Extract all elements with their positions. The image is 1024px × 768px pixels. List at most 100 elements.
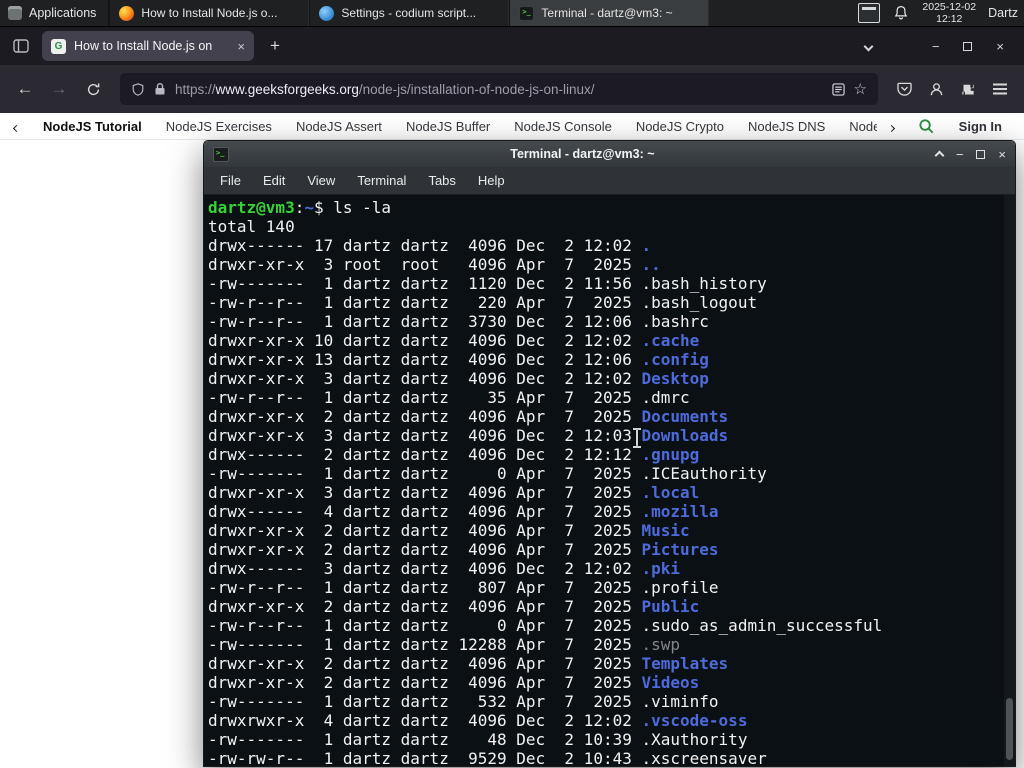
listing-meta: drwxr-xr-x 13 dartz dartz 4096 Dec 2 12:… (208, 350, 642, 369)
listing-meta: drwx------ 4 dartz dartz 4096 Apr 7 2025 (208, 502, 642, 521)
back-button[interactable]: ← (10, 74, 40, 104)
listing-meta: drwxr-xr-x 3 dartz dartz 4096 Dec 2 12:0… (208, 369, 642, 388)
terminal-output-line: drwx------ 17 dartz dartz 4096 Dec 2 12:… (208, 236, 1001, 255)
terminal-scrollbar-thumb[interactable] (1006, 698, 1013, 760)
terminal-maximize-button[interactable] (976, 149, 986, 159)
window-controls: − × (920, 39, 1016, 54)
nav-scroll-right-icon[interactable] (887, 119, 895, 134)
terminal-output-line: drwxr-xr-x 2 dartz dartz 4096 Apr 7 2025… (208, 407, 1001, 426)
browser-tab[interactable]: G How to Install Node.js on × (42, 31, 254, 61)
terminal-menubar: File Edit View Terminal Tabs Help (204, 167, 1015, 195)
pocket-icon[interactable] (890, 75, 918, 103)
top-panel: Applications How to Install Node.js o...… (0, 0, 1024, 27)
firefox-view-icon[interactable] (8, 33, 34, 59)
nav-scroll-left-icon[interactable] (12, 119, 21, 134)
site-search-icon[interactable] (918, 118, 935, 135)
terminal-menu-item[interactable]: Edit (253, 170, 295, 191)
terminal-menu-item[interactable]: Terminal (347, 170, 416, 191)
listing-name: .pki (641, 559, 681, 578)
close-button[interactable]: × (996, 39, 1004, 54)
listing-meta: drwxr-xr-x 2 dartz dartz 4096 Apr 7 2025 (208, 540, 642, 559)
terminal-output-line: -rw-r--r-- 1 dartz dartz 0 Apr 7 2025 .s… (208, 616, 1001, 635)
tracking-shield-icon[interactable] (131, 82, 145, 97)
terminal-output-line: drwx------ 2 dartz dartz 4096 Dec 2 12:1… (208, 445, 1001, 464)
terminal-output-line: -rw-r--r-- 1 dartz dartz 807 Apr 7 2025 … (208, 578, 1001, 597)
systray-terminal-icon[interactable] (858, 3, 881, 23)
notifications-bell-icon[interactable] (892, 4, 910, 22)
sign-in-link[interactable]: Sign In (959, 119, 1002, 134)
listing-meta: drwxr-xr-x 2 dartz dartz 4096 Apr 7 2025 (208, 407, 642, 426)
terminal-menu-item[interactable]: File (210, 170, 251, 191)
terminal-menu-item[interactable]: Tabs (418, 170, 465, 191)
terminal-screen[interactable]: dartz@vm3:~$ ls -la total 140 drwx------… (204, 195, 1015, 766)
site-nav-item[interactable]: NodeJS DNS (748, 119, 825, 134)
new-tab-button[interactable]: + (262, 34, 288, 58)
listing-name: .viminfo (641, 692, 719, 711)
site-nav-item[interactable]: NodeJS Tutorial (43, 119, 142, 134)
url-bar[interactable]: https://www.geeksforgeeks.org/node-js/in… (120, 73, 878, 105)
site-nav-item[interactable]: NodeJS Console (514, 119, 612, 134)
applications-icon (8, 6, 22, 20)
prompt-user-host: dartz@vm3 (208, 198, 295, 217)
listing-name: Music (641, 521, 690, 540)
taskbar-button-settings[interactable]: Settings - codium script... (309, 0, 510, 26)
list-all-tabs-button[interactable] (855, 31, 882, 61)
maximize-button[interactable] (963, 41, 973, 51)
url-path: /node-js/installation-of-node-js-on-linu… (358, 81, 595, 97)
prompt-separator: : (294, 198, 305, 217)
listing-meta: -rw------- 1 dartz dartz 0 Apr 7 2025 (208, 464, 642, 483)
listing-name: .config (641, 350, 709, 369)
listing-meta: -rw------- 1 dartz dartz 48 Dec 2 10:39 (208, 730, 642, 749)
listing-meta: drwxrwxr-x 4 dartz dartz 4096 Dec 2 12:0… (208, 711, 642, 730)
taskbar-button-terminal[interactable]: Terminal - dartz@vm3: ~ (509, 0, 710, 26)
site-nav-item[interactable]: NodeJS Exercises (166, 119, 272, 134)
taskbar-button-firefox[interactable]: How to Install Node.js o... (109, 0, 310, 26)
terminal-output-line: -rw------- 1 dartz dartz 1120 Dec 2 11:5… (208, 274, 1001, 293)
bookmark-star-icon[interactable]: ☆ (854, 80, 867, 98)
tab-close-icon[interactable]: × (235, 39, 245, 54)
listing-meta: -rw-r--r-- 1 dartz dartz 35 Apr 7 2025 (208, 388, 642, 407)
terminal-output-line: -rw-rw-r-- 1 dartz dartz 9529 Dec 2 10:4… (208, 749, 1001, 766)
terminal-prompt-line: dartz@vm3:~$ ls -la (208, 198, 1001, 217)
terminal-close-button[interactable]: × (998, 147, 1006, 162)
listing-meta: -rw-r--r-- 1 dartz dartz 3730 Dec 2 12:0… (208, 312, 642, 331)
terminal-minimize-button[interactable]: − (956, 147, 964, 162)
forward-button[interactable]: → (44, 74, 74, 104)
listing-name: .bash_logout (641, 293, 758, 312)
menu-icon[interactable] (986, 75, 1014, 103)
taskbar-button-label: Settings - codium script... (341, 6, 477, 20)
applications-menu[interactable]: Applications (0, 0, 110, 26)
terminal-titlebar[interactable]: Terminal - dartz@vm3: ~ − × (204, 141, 1015, 167)
site-nav-right: Sign In (876, 113, 1024, 139)
terminal-output-line: drwxr-xr-x 13 dartz dartz 4096 Dec 2 12:… (208, 350, 1001, 369)
terminal-menu-item[interactable]: View (297, 170, 345, 191)
extensions-icon[interactable] (954, 75, 982, 103)
site-nav-bar: NodeJS Tutorial NodeJS Exercises NodeJS As… (0, 113, 1024, 140)
listing-name: .profile (641, 578, 719, 597)
lock-icon[interactable] (154, 82, 166, 96)
reader-mode-icon[interactable] (831, 82, 845, 96)
reload-button[interactable] (78, 74, 108, 104)
site-nav-item[interactable]: NodeJS Buffer (406, 119, 490, 134)
terminal-output-line: drwxr-xr-x 2 dartz dartz 4096 Apr 7 2025… (208, 521, 1001, 540)
terminal-menu-item[interactable]: Help (468, 170, 515, 191)
listing-name: .ICEauthority (641, 464, 767, 483)
user-menu[interactable]: Dartz (988, 6, 1020, 20)
applications-label: Applications (29, 6, 97, 20)
minimize-button[interactable]: − (932, 39, 940, 54)
site-nav-item[interactable]: NodeJS Crypto (636, 119, 724, 134)
account-icon[interactable] (922, 75, 950, 103)
listing-name: Videos (641, 673, 700, 692)
panel-tray: 2025-12-02 12:12 Dartz (858, 0, 1024, 26)
site-nav-item[interactable]: NodeJS Assert (296, 119, 382, 134)
terminal-output-line: drwxr-xr-x 3 dartz dartz 4096 Dec 2 12:0… (208, 426, 1001, 445)
listing-name: .swp (641, 635, 681, 654)
terminal-output-line: drwxrwxr-x 4 dartz dartz 4096 Dec 2 12:0… (208, 711, 1001, 730)
terminal-scrollbar[interactable] (1004, 195, 1015, 766)
terminal-output-line: drwx------ 3 dartz dartz 4096 Dec 2 12:0… (208, 559, 1001, 578)
listing-name: Desktop (641, 369, 709, 388)
terminal-output-line: -rw------- 1 dartz dartz 48 Dec 2 10:39 … (208, 730, 1001, 749)
panel-clock[interactable]: 2025-12-02 12:12 (922, 1, 976, 25)
listing-name: .mozilla (641, 502, 719, 521)
shade-window-icon[interactable] (934, 147, 945, 162)
